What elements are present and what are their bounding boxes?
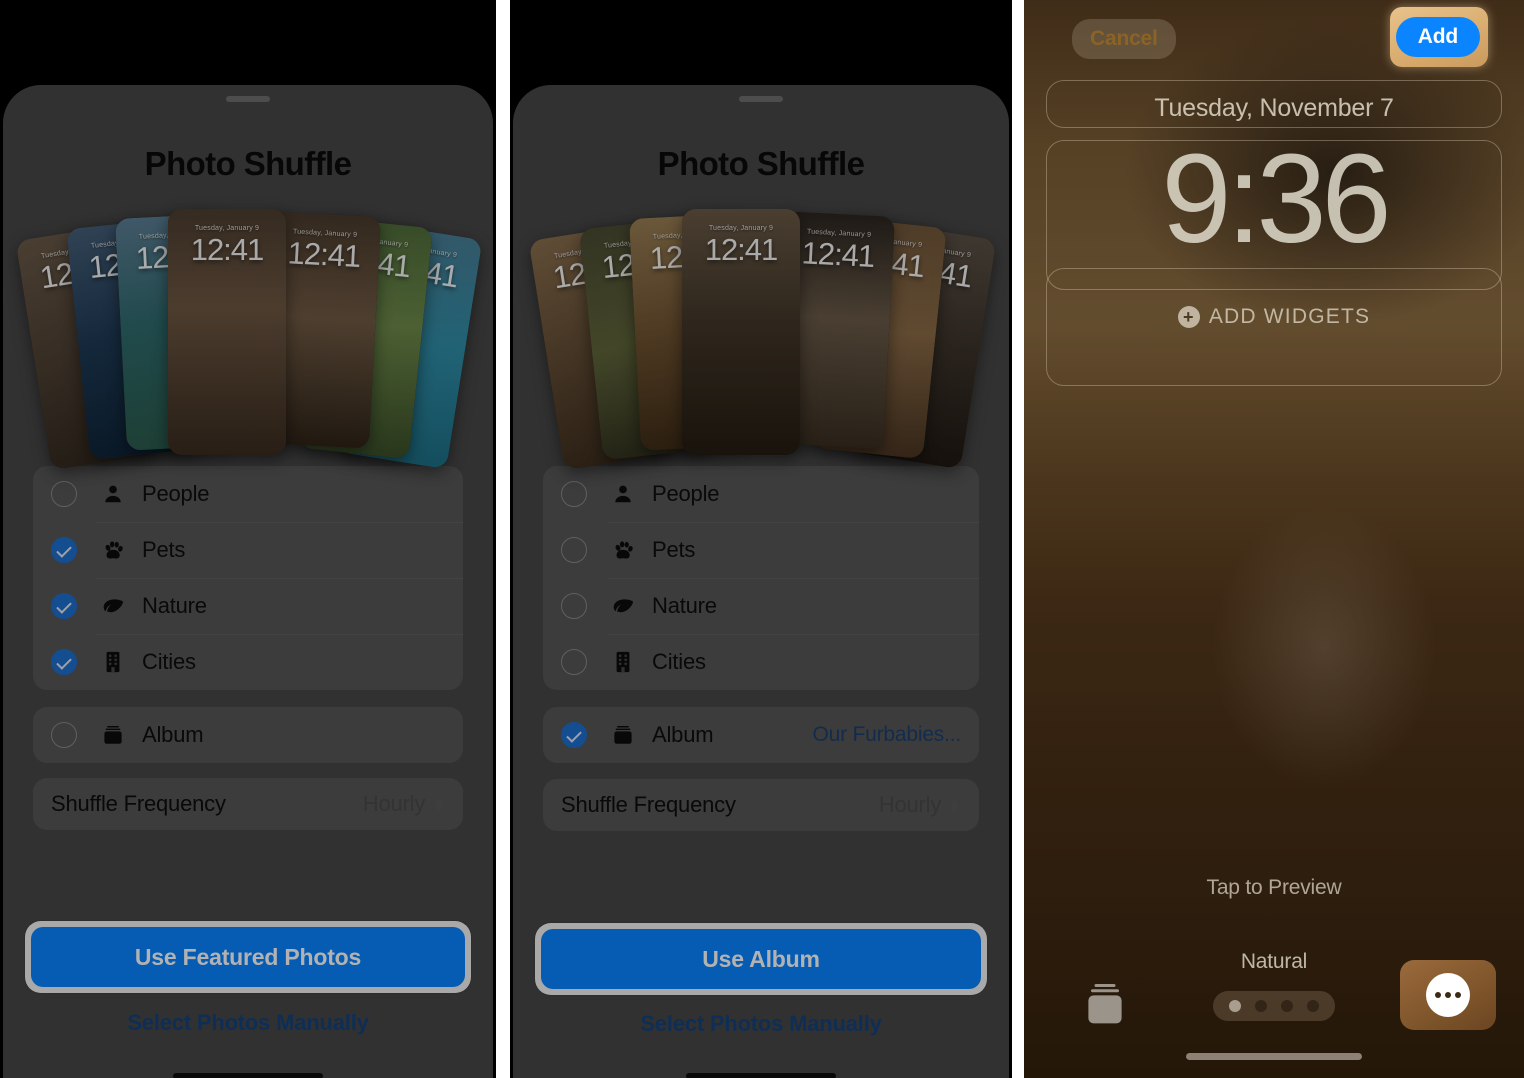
primary-button-highlight: Use Featured Photos — [25, 921, 471, 993]
sheet-grabber[interactable] — [226, 96, 270, 102]
list-item-label: Nature — [652, 593, 717, 618]
panel-lockscreen-preview: Tuesday, November 7 9:36 + ADD WIDGETS C… — [1024, 0, 1524, 1078]
primary-button-highlight: Use Album — [535, 923, 987, 995]
chevron-up-down-icon: ▲ ▼ — [948, 794, 961, 816]
album-icon — [98, 724, 128, 746]
shuffle-frequency-control[interactable]: Hourly ▲ ▼ — [879, 792, 961, 818]
list-item-cities[interactable]: Cities — [543, 634, 979, 690]
list-item-people[interactable]: People — [33, 466, 463, 522]
paw-icon — [608, 539, 638, 562]
checkbox-cities[interactable] — [561, 649, 587, 675]
checkbox-album[interactable] — [51, 722, 77, 748]
album-icon — [608, 724, 638, 746]
home-indicator — [1186, 1053, 1362, 1060]
use-featured-photos-button[interactable]: Use Featured Photos — [31, 927, 465, 987]
list-item-album[interactable]: Album Our Furbabies... — [543, 707, 979, 763]
photo-shuffle-sheet: Photo Shuffle Tuesday, January 9 12:41 T… — [3, 85, 493, 1078]
list-item-label: Cities — [142, 649, 196, 674]
checkbox-pets[interactable] — [51, 537, 77, 563]
category-list: People Pets Nature Cities — [543, 466, 979, 690]
list-item-label: Cities — [652, 649, 706, 674]
list-item-label: Nature — [142, 593, 207, 618]
shuffle-frequency-value: Hourly — [878, 792, 942, 817]
page-title: Photo Shuffle — [657, 145, 865, 182]
pager-dot[interactable] — [1281, 1000, 1293, 1012]
list-item-nature[interactable]: Nature — [543, 578, 979, 634]
list-item-album[interactable]: Album — [33, 707, 463, 763]
building-icon — [608, 651, 638, 673]
list-item-label: Album — [142, 722, 204, 747]
list-item-label: Album — [652, 722, 714, 747]
add-widgets-label: ADD WIDGETS — [1208, 305, 1371, 328]
paw-icon — [98, 539, 128, 562]
checkbox-people[interactable] — [561, 481, 587, 507]
album-section: Album — [33, 707, 463, 763]
category-list: People Pets Nature Cities — [33, 466, 463, 690]
leaf-icon — [608, 594, 638, 618]
wallpaper-card-front[interactable]: Tuesday, January 9 12:41 — [682, 209, 800, 455]
leaf-icon — [98, 594, 128, 618]
panel-photo-shuffle-featured: Photo Shuffle Tuesday, January 9 12:41 T… — [0, 0, 496, 1078]
home-indicator — [173, 1073, 323, 1078]
shuffle-frequency-label: Shuffle Frequency — [561, 792, 736, 817]
building-icon — [98, 651, 128, 673]
list-item-people[interactable]: People — [543, 466, 979, 522]
select-photos-manually-link[interactable]: Select Photos Manually — [513, 1011, 1009, 1037]
checkbox-people[interactable] — [51, 481, 77, 507]
pager-dot[interactable] — [1229, 1000, 1241, 1012]
page-title: Photo Shuffle — [144, 145, 352, 182]
style-pager[interactable] — [1213, 991, 1335, 1021]
photo-shuffle-sheet: Photo Shuffle Tuesday, January 9 12:41 T… — [513, 85, 1009, 1078]
person-icon — [608, 483, 638, 505]
wallpaper-card-stack[interactable]: Tuesday, January 9 12:41 Tuesday, Januar… — [3, 209, 493, 471]
list-item-pets[interactable]: Pets — [543, 522, 979, 578]
shuffle-frequency-control[interactable]: Hourly ▲ ▼ — [363, 791, 445, 817]
chevron-up-down-icon: ▲ ▼ — [432, 793, 445, 815]
wallpaper-card-stack[interactable]: Tuesday, January 9 12:41 Tuesday, Januar… — [513, 209, 1009, 471]
ellipsis-icon — [1426, 973, 1470, 1017]
pager-dot[interactable] — [1307, 1000, 1319, 1012]
card-date: Tuesday, January 9 — [708, 225, 774, 232]
list-item-label: Pets — [652, 537, 696, 562]
checkbox-album[interactable] — [561, 722, 587, 748]
sheet-grabber[interactable] — [739, 96, 783, 102]
checkbox-nature[interactable] — [561, 593, 587, 619]
tap-to-preview-label[interactable]: Tap to Preview — [1024, 876, 1524, 900]
list-item-label: People — [142, 481, 210, 506]
use-album-button[interactable]: Use Album — [541, 929, 981, 989]
album-section: Album Our Furbabies... — [543, 707, 979, 763]
card-time: 12:41 — [190, 232, 265, 267]
list-item-pets[interactable]: Pets — [33, 522, 463, 578]
home-indicator — [686, 1073, 836, 1078]
list-item-nature[interactable]: Nature — [33, 578, 463, 634]
shuffle-frequency-label: Shuffle Frequency — [51, 791, 226, 816]
plus-icon: + — [1177, 306, 1200, 328]
checkbox-cities[interactable] — [51, 649, 77, 675]
wallpaper-card-front[interactable]: Tuesday, January 9 12:41 — [168, 209, 286, 455]
checkbox-pets[interactable] — [561, 537, 587, 563]
more-options-button[interactable] — [1400, 960, 1496, 1030]
shuffle-frequency-row[interactable]: Shuffle Frequency Hourly ▲ ▼ — [33, 778, 463, 830]
lockscreen-date[interactable]: Tuesday, November 7 — [1024, 94, 1524, 123]
checkbox-nature[interactable] — [51, 593, 77, 619]
album-value[interactable]: Our Furbabies... — [812, 723, 961, 747]
list-item-label: Pets — [142, 537, 186, 562]
card-date: Tuesday, January 9 — [194, 225, 260, 232]
list-item-label: People — [652, 481, 720, 506]
card-time: 12:41 — [704, 232, 779, 267]
panel-photo-shuffle-album: Photo Shuffle Tuesday, January 9 12:41 T… — [510, 0, 1012, 1078]
shuffle-frequency-value: Hourly — [362, 791, 426, 816]
lockscreen-time[interactable]: 9:36 — [1024, 136, 1524, 262]
add-button[interactable]: Add — [1395, 17, 1480, 57]
list-item-cities[interactable]: Cities — [33, 634, 463, 690]
person-icon — [98, 483, 128, 505]
select-photos-manually-link[interactable]: Select Photos Manually — [3, 1010, 493, 1036]
screenshot-root: Photo Shuffle Tuesday, January 9 12:41 T… — [0, 0, 1524, 1078]
cancel-button[interactable]: Cancel — [1072, 19, 1176, 59]
pager-dot[interactable] — [1255, 1000, 1267, 1012]
shuffle-frequency-row[interactable]: Shuffle Frequency Hourly ▲ ▼ — [543, 779, 979, 831]
add-widgets-button[interactable]: + ADD WIDGETS — [1024, 305, 1524, 329]
photo-stack-icon[interactable] — [1084, 982, 1126, 1028]
